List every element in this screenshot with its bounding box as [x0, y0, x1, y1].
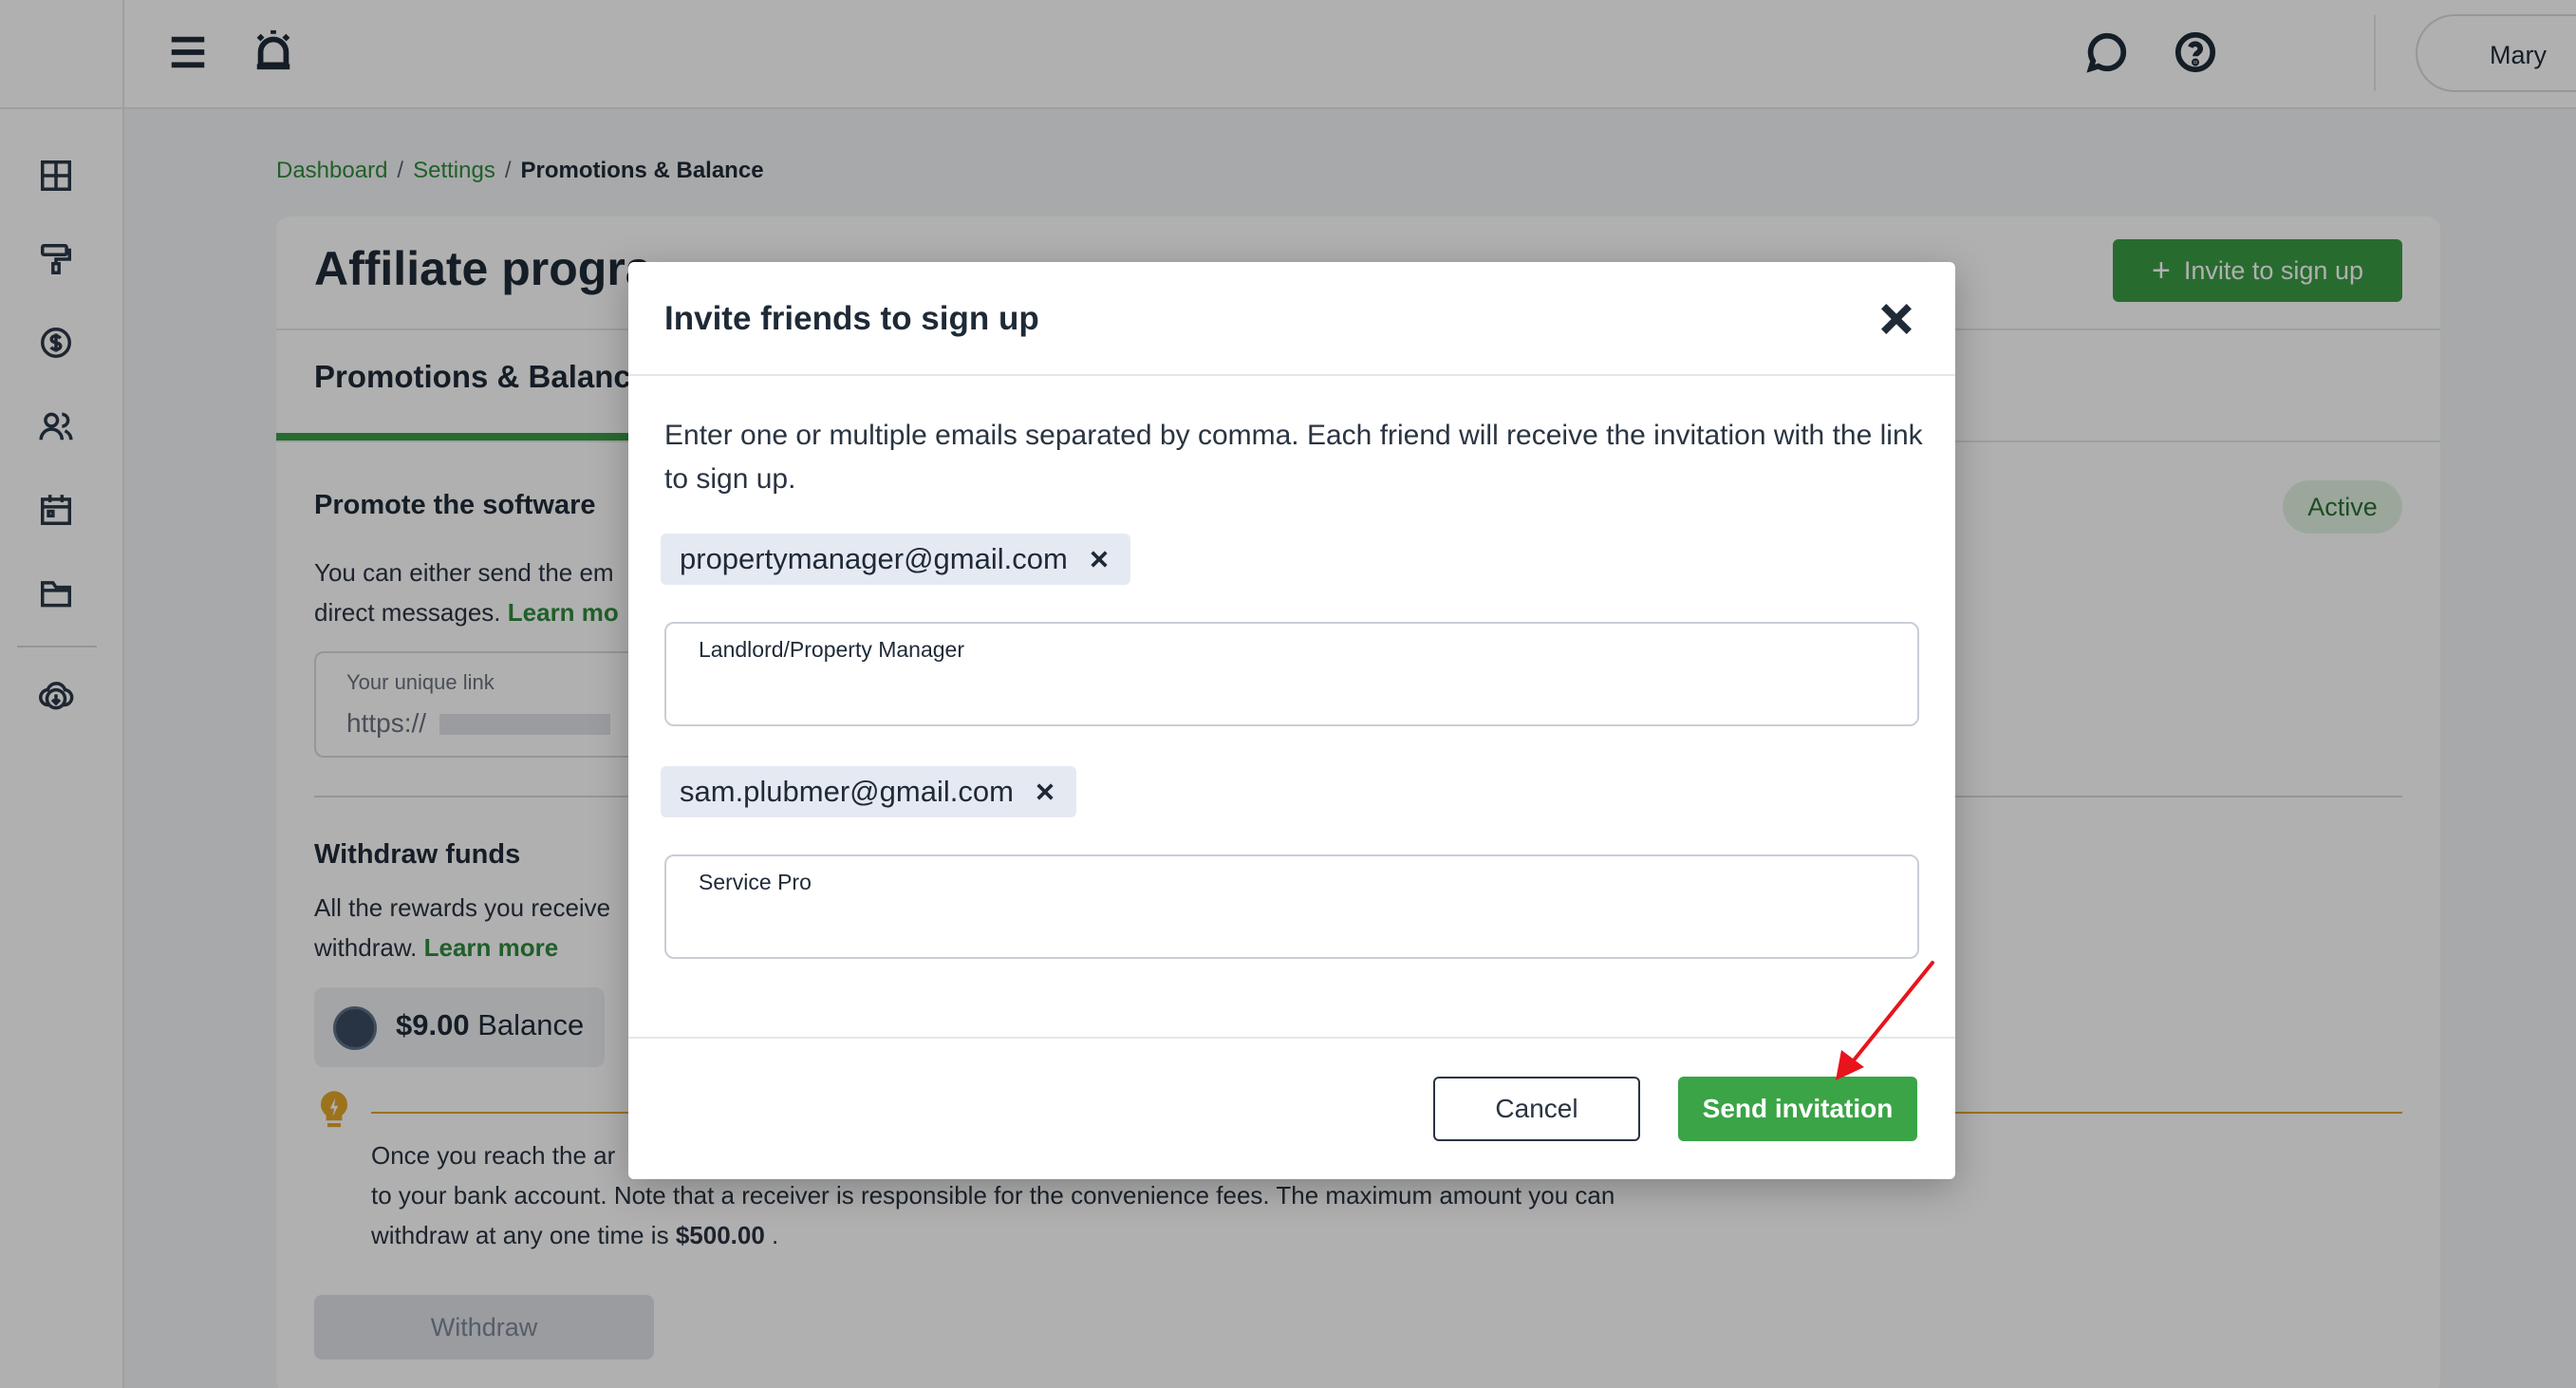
email-chip: propertymanager@gmail.com	[661, 534, 1130, 585]
modal-title: Invite friends to sign up	[664, 300, 1039, 337]
email-chip-text: sam.plubmer@gmail.com	[680, 775, 1014, 808]
role-select[interactable]: Service Pro	[664, 854, 1919, 959]
send-invitation-button[interactable]: Send invitation	[1678, 1077, 1917, 1141]
modal-footer-divider	[628, 1037, 1955, 1039]
close-icon[interactable]	[1877, 300, 1915, 338]
modal-description: Enter one or multiple emails separated b…	[664, 420, 1923, 495]
email-chip: sam.plubmer@gmail.com	[661, 766, 1076, 817]
modal-header-divider	[628, 374, 1955, 376]
email-chip-text: propertymanager@gmail.com	[680, 542, 1068, 575]
annotation-arrow-icon	[1836, 961, 1934, 1080]
cancel-button[interactable]: Cancel	[1433, 1077, 1640, 1141]
invite-modal: Invite friends to sign up Enter one or m…	[628, 262, 1955, 1179]
remove-email-icon[interactable]	[1089, 549, 1110, 570]
role-select-value: Landlord/Property Manager	[699, 637, 964, 662]
role-select[interactable]: Landlord/Property Manager	[664, 622, 1919, 726]
remove-email-icon[interactable]	[1035, 781, 1055, 802]
role-select-value: Service Pro	[699, 870, 812, 894]
